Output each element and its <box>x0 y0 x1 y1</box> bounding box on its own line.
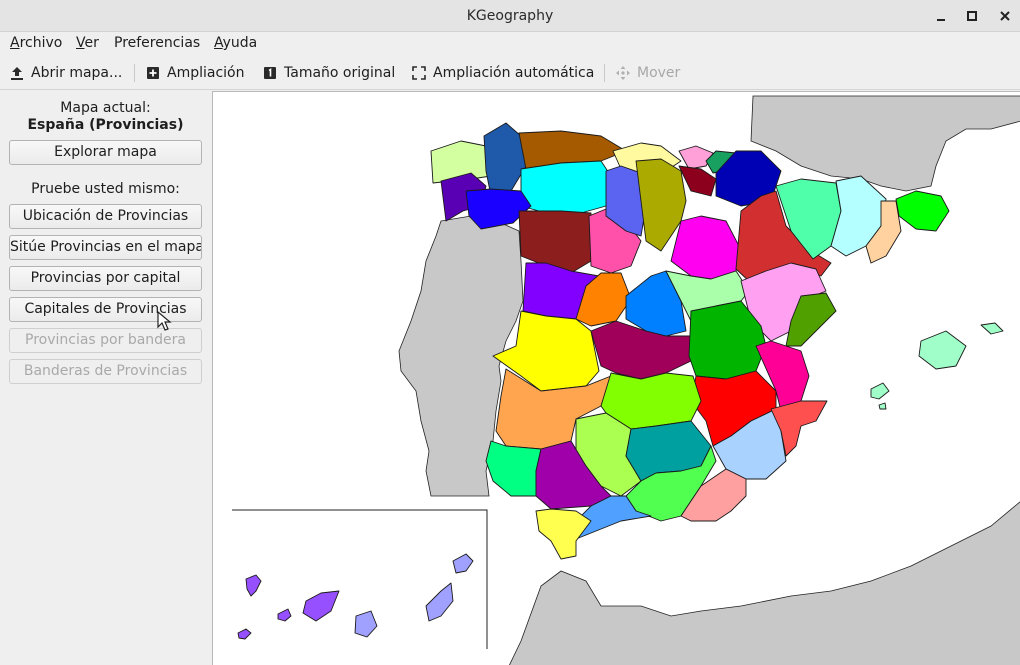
move-icon <box>615 65 631 81</box>
menu-mnemonic: A <box>10 35 20 51</box>
move-button[interactable]: Mover <box>615 60 680 86</box>
locate-provinces-button[interactable]: Ubicación de Provincias <box>9 204 202 229</box>
maximize-icon <box>967 11 977 21</box>
original-size-button[interactable]: Tamaño original <box>262 60 395 86</box>
button-label: Provincias por capital <box>30 270 181 286</box>
original-size-icon <box>262 65 278 81</box>
menu-mnemonic: A <box>214 35 223 51</box>
zoom-button[interactable]: Ampliación <box>145 60 245 86</box>
title-bar: KGeography <box>0 0 1020 32</box>
province-7[interactable] <box>520 160 612 214</box>
close-icon <box>1000 11 1010 21</box>
explore-map-label: Explorar mapa <box>54 144 157 160</box>
menu-label: Preferencias <box>114 35 201 51</box>
upload-icon <box>9 65 25 81</box>
button-label: Sitúe Provincias en el mapa <box>10 239 202 255</box>
window-title: KGeography <box>466 8 554 24</box>
zoom-in-icon <box>145 65 161 81</box>
original-size-label: Tamaño original <box>284 65 396 81</box>
menu-archivo[interactable]: Archivo <box>9 32 63 56</box>
try-yourself-label: Pruebe usted mismo: <box>31 181 180 197</box>
toolbar-separator <box>134 64 135 82</box>
open-map-button[interactable]: Abrir mapa... <box>9 60 122 86</box>
map-view[interactable] <box>212 91 1020 665</box>
mouse-cursor-icon <box>157 311 172 331</box>
minimize-icon <box>937 19 945 21</box>
maximize-button[interactable] <box>962 6 982 26</box>
menu-preferencias[interactable]: Preferencias <box>113 32 201 56</box>
button-label: Provincias por bandera <box>25 332 186 348</box>
menu-mnemonic: V <box>76 35 85 51</box>
capitals-of-provinces-button[interactable]: Capitales de Provincias <box>9 297 202 322</box>
menu-ayuda[interactable]: Ayuda <box>213 32 258 56</box>
menu-label: yuda <box>222 35 258 51</box>
current-map-name: España (Provincias) <box>27 117 184 133</box>
flags-of-provinces-button[interactable]: Banderas de Provincias <box>9 359 202 384</box>
toolbar: Abrir mapa... Ampliación Tamaño original… <box>0 56 1020 90</box>
toolbar-separator <box>604 64 605 82</box>
open-map-label: Abrir mapa... <box>31 65 123 81</box>
auto-zoom-label: Ampliación automática <box>433 65 595 81</box>
auto-zoom-button[interactable]: Ampliación automática <box>411 60 594 86</box>
minimize-button[interactable] <box>931 6 951 26</box>
spain-map[interactable] <box>213 92 1020 665</box>
menu-bar: Archivo Ver Preferencias Ayuda <box>0 32 1020 56</box>
menu-label: rchivo <box>19 35 63 51</box>
place-provinces-button[interactable]: Sitúe Provincias en el mapa <box>9 235 202 260</box>
provinces-by-flag-button[interactable]: Provincias por bandera <box>9 328 202 353</box>
explore-map-button[interactable]: Explorar mapa <box>9 140 202 165</box>
button-label: Ubicación de Provincias <box>22 208 189 224</box>
menu-label: er <box>84 35 99 51</box>
move-label: Mover <box>637 65 681 81</box>
side-panel: Mapa actual: España (Provincias) Explora… <box>0 91 211 665</box>
fit-icon <box>411 65 427 81</box>
current-map-label: Mapa actual: <box>60 100 151 116</box>
provinces-by-capital-button[interactable]: Provincias por capital <box>9 266 202 291</box>
zoom-label: Ampliación <box>167 65 245 81</box>
button-label: Banderas de Provincias <box>23 363 188 379</box>
close-button[interactable] <box>995 6 1015 26</box>
menu-ver[interactable]: Ver <box>75 32 100 56</box>
